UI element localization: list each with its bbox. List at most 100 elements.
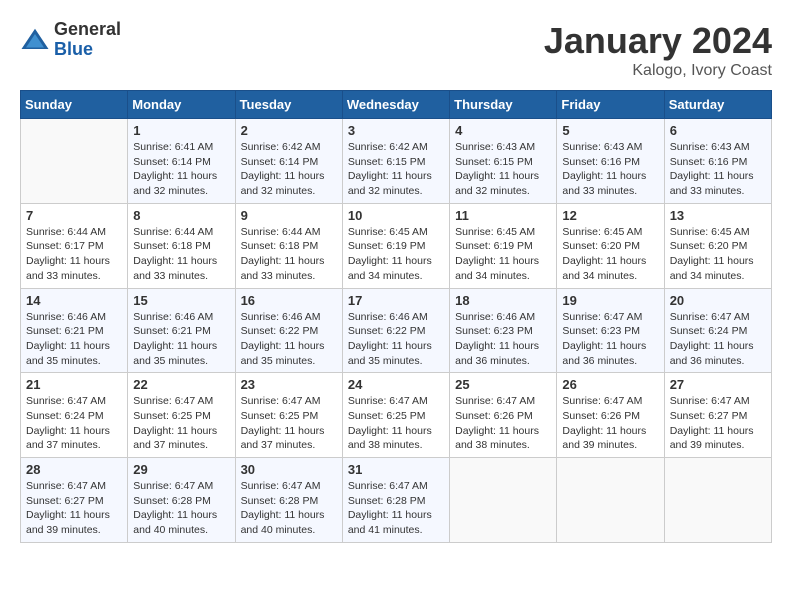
month-title: January 2024: [544, 20, 772, 62]
logo-general: General: [54, 20, 121, 40]
day-number: 22: [133, 377, 229, 392]
day-info: Sunrise: 6:47 AM Sunset: 6:26 PM Dayligh…: [455, 394, 551, 453]
day-number: 29: [133, 462, 229, 477]
day-info: Sunrise: 6:41 AM Sunset: 6:14 PM Dayligh…: [133, 140, 229, 199]
day-number: 9: [241, 208, 337, 223]
day-info: Sunrise: 6:47 AM Sunset: 6:24 PM Dayligh…: [670, 310, 766, 369]
day-info: Sunrise: 6:46 AM Sunset: 6:21 PM Dayligh…: [133, 310, 229, 369]
day-info: Sunrise: 6:47 AM Sunset: 6:25 PM Dayligh…: [241, 394, 337, 453]
daylight: Daylight: 11 hours and 33 minutes.: [562, 170, 646, 197]
sunrise: Sunrise: 6:44 AM: [241, 226, 321, 238]
cell-5-1: 28 Sunrise: 6:47 AM Sunset: 6:27 PM Dayl…: [21, 458, 128, 543]
day-number: 23: [241, 377, 337, 392]
day-info: Sunrise: 6:44 AM Sunset: 6:17 PM Dayligh…: [26, 225, 122, 284]
cell-1-6: 5 Sunrise: 6:43 AM Sunset: 6:16 PM Dayli…: [557, 119, 664, 204]
calendar-table: Sunday Monday Tuesday Wednesday Thursday…: [20, 90, 772, 543]
cell-3-2: 15 Sunrise: 6:46 AM Sunset: 6:21 PM Dayl…: [128, 288, 235, 373]
cell-5-5: [450, 458, 557, 543]
day-number: 5: [562, 123, 658, 138]
day-number: 3: [348, 123, 444, 138]
sunset: Sunset: 6:18 PM: [241, 240, 319, 252]
day-number: 8: [133, 208, 229, 223]
day-number: 18: [455, 293, 551, 308]
cell-3-4: 17 Sunrise: 6:46 AM Sunset: 6:22 PM Dayl…: [342, 288, 449, 373]
sunset: Sunset: 6:25 PM: [348, 410, 426, 422]
day-info: Sunrise: 6:47 AM Sunset: 6:25 PM Dayligh…: [348, 394, 444, 453]
sunrise: Sunrise: 6:42 AM: [241, 141, 321, 153]
cell-5-6: [557, 458, 664, 543]
day-info: Sunrise: 6:45 AM Sunset: 6:19 PM Dayligh…: [455, 225, 551, 284]
sunrise: Sunrise: 6:47 AM: [241, 395, 321, 407]
daylight: Daylight: 11 hours and 32 minutes.: [133, 170, 217, 197]
day-number: 24: [348, 377, 444, 392]
sunset: Sunset: 6:20 PM: [670, 240, 748, 252]
day-number: 30: [241, 462, 337, 477]
day-info: Sunrise: 6:43 AM Sunset: 6:16 PM Dayligh…: [562, 140, 658, 199]
sunrise: Sunrise: 6:46 AM: [26, 311, 106, 323]
daylight: Daylight: 11 hours and 39 minutes.: [562, 425, 646, 452]
sunrise: Sunrise: 6:47 AM: [348, 480, 428, 492]
daylight: Daylight: 11 hours and 36 minutes.: [455, 340, 539, 367]
header-sunday: Sunday: [21, 91, 128, 119]
location: Kalogo, Ivory Coast: [544, 62, 772, 80]
day-info: Sunrise: 6:44 AM Sunset: 6:18 PM Dayligh…: [133, 225, 229, 284]
week-row-2: 7 Sunrise: 6:44 AM Sunset: 6:17 PM Dayli…: [21, 203, 772, 288]
sunrise: Sunrise: 6:47 AM: [133, 480, 213, 492]
header-monday: Monday: [128, 91, 235, 119]
sunset: Sunset: 6:27 PM: [26, 495, 104, 507]
day-info: Sunrise: 6:45 AM Sunset: 6:20 PM Dayligh…: [670, 225, 766, 284]
sunset: Sunset: 6:28 PM: [348, 495, 426, 507]
cell-4-2: 22 Sunrise: 6:47 AM Sunset: 6:25 PM Dayl…: [128, 373, 235, 458]
day-info: Sunrise: 6:47 AM Sunset: 6:24 PM Dayligh…: [26, 394, 122, 453]
sunset: Sunset: 6:19 PM: [348, 240, 426, 252]
daylight: Daylight: 11 hours and 38 minutes.: [348, 425, 432, 452]
cell-1-4: 3 Sunrise: 6:42 AM Sunset: 6:15 PM Dayli…: [342, 119, 449, 204]
sunrise: Sunrise: 6:46 AM: [455, 311, 535, 323]
logo-text: General Blue: [54, 20, 121, 60]
header-thursday: Thursday: [450, 91, 557, 119]
cell-3-5: 18 Sunrise: 6:46 AM Sunset: 6:23 PM Dayl…: [450, 288, 557, 373]
cell-3-1: 14 Sunrise: 6:46 AM Sunset: 6:21 PM Dayl…: [21, 288, 128, 373]
sunset: Sunset: 6:20 PM: [562, 240, 640, 252]
day-number: 31: [348, 462, 444, 477]
day-info: Sunrise: 6:45 AM Sunset: 6:19 PM Dayligh…: [348, 225, 444, 284]
sunrise: Sunrise: 6:47 AM: [562, 395, 642, 407]
header-wednesday: Wednesday: [342, 91, 449, 119]
day-info: Sunrise: 6:47 AM Sunset: 6:28 PM Dayligh…: [133, 479, 229, 538]
daylight: Daylight: 11 hours and 40 minutes.: [133, 509, 217, 536]
week-row-5: 28 Sunrise: 6:47 AM Sunset: 6:27 PM Dayl…: [21, 458, 772, 543]
cell-5-3: 30 Sunrise: 6:47 AM Sunset: 6:28 PM Dayl…: [235, 458, 342, 543]
daylight: Daylight: 11 hours and 32 minutes.: [455, 170, 539, 197]
day-info: Sunrise: 6:42 AM Sunset: 6:15 PM Dayligh…: [348, 140, 444, 199]
day-number: 11: [455, 208, 551, 223]
day-info: Sunrise: 6:46 AM Sunset: 6:22 PM Dayligh…: [348, 310, 444, 369]
daylight: Daylight: 11 hours and 34 minutes.: [562, 255, 646, 282]
header-row: Sunday Monday Tuesday Wednesday Thursday…: [21, 91, 772, 119]
calendar-header: Sunday Monday Tuesday Wednesday Thursday…: [21, 91, 772, 119]
daylight: Daylight: 11 hours and 38 minutes.: [455, 425, 539, 452]
day-number: 14: [26, 293, 122, 308]
cell-4-6: 26 Sunrise: 6:47 AM Sunset: 6:26 PM Dayl…: [557, 373, 664, 458]
day-number: 28: [26, 462, 122, 477]
sunrise: Sunrise: 6:47 AM: [670, 311, 750, 323]
cell-1-3: 2 Sunrise: 6:42 AM Sunset: 6:14 PM Dayli…: [235, 119, 342, 204]
day-number: 27: [670, 377, 766, 392]
cell-4-7: 27 Sunrise: 6:47 AM Sunset: 6:27 PM Dayl…: [664, 373, 771, 458]
sunrise: Sunrise: 6:43 AM: [670, 141, 750, 153]
cell-2-6: 12 Sunrise: 6:45 AM Sunset: 6:20 PM Dayl…: [557, 203, 664, 288]
day-number: 19: [562, 293, 658, 308]
sunset: Sunset: 6:21 PM: [26, 325, 104, 337]
daylight: Daylight: 11 hours and 39 minutes.: [670, 425, 754, 452]
header-tuesday: Tuesday: [235, 91, 342, 119]
header-saturday: Saturday: [664, 91, 771, 119]
title-block: January 2024 Kalogo, Ivory Coast: [544, 20, 772, 80]
sunset: Sunset: 6:14 PM: [241, 156, 319, 168]
sunset: Sunset: 6:16 PM: [670, 156, 748, 168]
daylight: Daylight: 11 hours and 36 minutes.: [670, 340, 754, 367]
day-info: Sunrise: 6:43 AM Sunset: 6:15 PM Dayligh…: [455, 140, 551, 199]
day-info: Sunrise: 6:47 AM Sunset: 6:26 PM Dayligh…: [562, 394, 658, 453]
day-number: 10: [348, 208, 444, 223]
sunrise: Sunrise: 6:47 AM: [455, 395, 535, 407]
sunrise: Sunrise: 6:44 AM: [133, 226, 213, 238]
day-info: Sunrise: 6:47 AM Sunset: 6:28 PM Dayligh…: [241, 479, 337, 538]
